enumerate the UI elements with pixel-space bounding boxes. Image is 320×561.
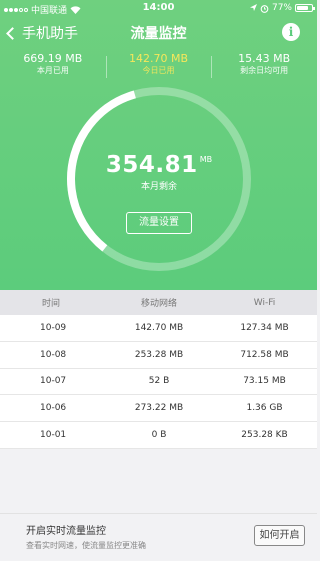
usage-stats: 669.19 MB 本月已用 142.70 MB 今日已用 15.43 MB 剩… bbox=[0, 52, 317, 82]
realtime-title: 开启实时流量监控 bbox=[26, 526, 106, 537]
how-to-enable-button[interactable]: 如何开启 bbox=[254, 525, 305, 546]
table-header: 时间 移动网络 Wi-Fi bbox=[0, 290, 317, 315]
stat-label: 本月已用 bbox=[36, 66, 69, 75]
cell-wifi: 127.34 MB bbox=[240, 322, 289, 333]
cell-wifi: 73.15 MB bbox=[243, 376, 286, 387]
cell-date: 10-06 bbox=[40, 403, 67, 414]
header-date: 时间 bbox=[42, 299, 61, 309]
table-row: 10-07 52 B 73.15 MB bbox=[0, 368, 317, 396]
table-row: 10-01 0 B 253.28 KB bbox=[0, 422, 317, 449]
page-title: 流量监控 bbox=[130, 26, 187, 42]
cell-mobile: 0 B bbox=[151, 430, 167, 441]
cell-mobile: 253.28 MB bbox=[134, 349, 184, 360]
ring-center: 354.81 MB 本月剩余 bbox=[64, 152, 254, 192]
nav-bar: 手机助手 流量监控 i bbox=[0, 20, 317, 46]
cell-wifi: 253.28 KB bbox=[241, 430, 288, 441]
remaining-label: 本月剩余 bbox=[140, 182, 177, 192]
stat-label: 剩余日均可用 bbox=[240, 66, 289, 75]
cell-mobile: 52 B bbox=[148, 376, 170, 387]
table-row: 10-08 253.28 MB 712.58 MB bbox=[0, 341, 317, 369]
cell-mobile: 273.22 MB bbox=[134, 403, 184, 414]
table-row: 10-06 273.22 MB 1.36 GB bbox=[0, 395, 317, 423]
info-icon[interactable]: i bbox=[282, 23, 300, 41]
stat-today-used: 142.70 MB 今日已用 bbox=[105, 52, 212, 82]
stat-value: 142.70 MB bbox=[128, 52, 189, 65]
stat-daily-available: 15.43 MB 剩余日均可用 bbox=[211, 52, 317, 82]
usage-table: 时间 移动网络 Wi-Fi 10-09 142.70 MB 127.34 MB … bbox=[0, 290, 317, 449]
header-panel: 中国联通 14:00 77% 手机助手 流量监控 i 669.19 MB 本月已… bbox=[0, 0, 317, 290]
remaining-value: 354.81 bbox=[105, 152, 198, 178]
remaining-unit: MB bbox=[199, 155, 213, 164]
status-bar: 中国联通 14:00 77% bbox=[0, 0, 317, 16]
stat-value: 669.19 MB bbox=[23, 52, 83, 65]
cell-date: 10-01 bbox=[40, 430, 67, 441]
cell-date: 10-07 bbox=[40, 376, 67, 387]
cell-date: 10-08 bbox=[40, 349, 67, 360]
status-right: 77% bbox=[249, 3, 315, 13]
realtime-subtitle: 查看实时网速，使流量监控更准确 bbox=[26, 541, 146, 550]
alarm-icon bbox=[260, 4, 269, 13]
battery-icon bbox=[295, 4, 315, 12]
cell-date: 10-09 bbox=[40, 322, 67, 333]
cell-wifi: 712.58 MB bbox=[240, 349, 289, 360]
realtime-monitor-bar: 开启实时流量监控 查看实时网速，使流量监控更准确 如何开启 bbox=[0, 513, 317, 561]
stat-label: 今日已用 bbox=[142, 66, 175, 75]
stat-monthly-used: 669.19 MB 本月已用 bbox=[0, 52, 106, 82]
remaining-ring: 354.81 MB 本月剩余 流量设置 bbox=[64, 84, 254, 274]
stat-value: 15.43 MB bbox=[238, 52, 291, 65]
location-icon bbox=[249, 4, 257, 11]
cell-mobile: 142.70 MB bbox=[134, 322, 184, 333]
cell-wifi: 1.36 GB bbox=[246, 403, 283, 414]
table-row: 10-09 142.70 MB 127.34 MB bbox=[0, 315, 317, 342]
traffic-settings-button[interactable]: 流量设置 bbox=[126, 212, 192, 234]
header-wifi: Wi-Fi bbox=[253, 297, 276, 308]
battery-percent: 77% bbox=[271, 3, 292, 13]
header-mobile: 移动网络 bbox=[140, 299, 177, 309]
